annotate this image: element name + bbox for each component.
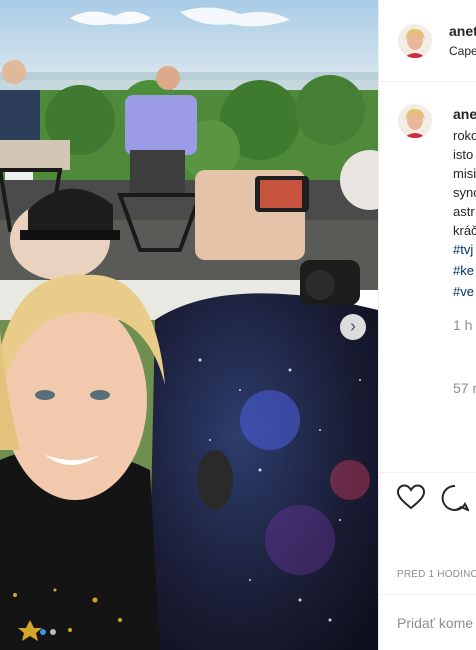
photo-scene — [0, 0, 378, 650]
hashtag-link[interactable]: #ve — [453, 282, 474, 301]
caption-avatar[interactable] — [398, 104, 432, 138]
carousel-dot-active — [40, 629, 46, 635]
carousel-dots — [40, 629, 56, 635]
reply-count[interactable]: 57 r — [453, 380, 476, 396]
add-comment-placeholder: Pridať kome — [397, 615, 474, 631]
caption-line-6: kráč — [453, 223, 476, 238]
post-timestamp: PRED 1 HODINOU — [397, 569, 476, 580]
comment-time: 1 h — [453, 317, 473, 333]
carousel-next-button[interactable]: › — [340, 314, 366, 340]
carousel-dot — [50, 629, 56, 635]
caption-username[interactable]: anet — [453, 106, 476, 122]
username[interactable]: anet — [449, 23, 476, 39]
avatar[interactable] — [398, 24, 432, 58]
post-photo[interactable]: › — [0, 0, 378, 650]
caption-line-4: sync — [453, 185, 476, 200]
hashtag-link[interactable]: #tvj — [453, 240, 473, 259]
caption-line-2: isto — [453, 147, 474, 162]
hashtag-link[interactable]: #ke — [453, 261, 474, 280]
caption-line-5: astr — [453, 204, 475, 219]
add-comment-input[interactable]: Pridať kome — [379, 594, 476, 650]
heart-icon[interactable] — [396, 484, 426, 515]
caption-line-3: misi — [453, 166, 476, 181]
post-sidebar: anet Cape anet roko isto misi sync astr … — [378, 0, 476, 650]
post-header: anet Cape — [379, 0, 476, 82]
caption-line-1: roko — [453, 128, 476, 143]
location-link[interactable]: Cape — [449, 44, 476, 58]
action-bar — [379, 472, 476, 523]
comment-icon[interactable] — [441, 484, 471, 517]
